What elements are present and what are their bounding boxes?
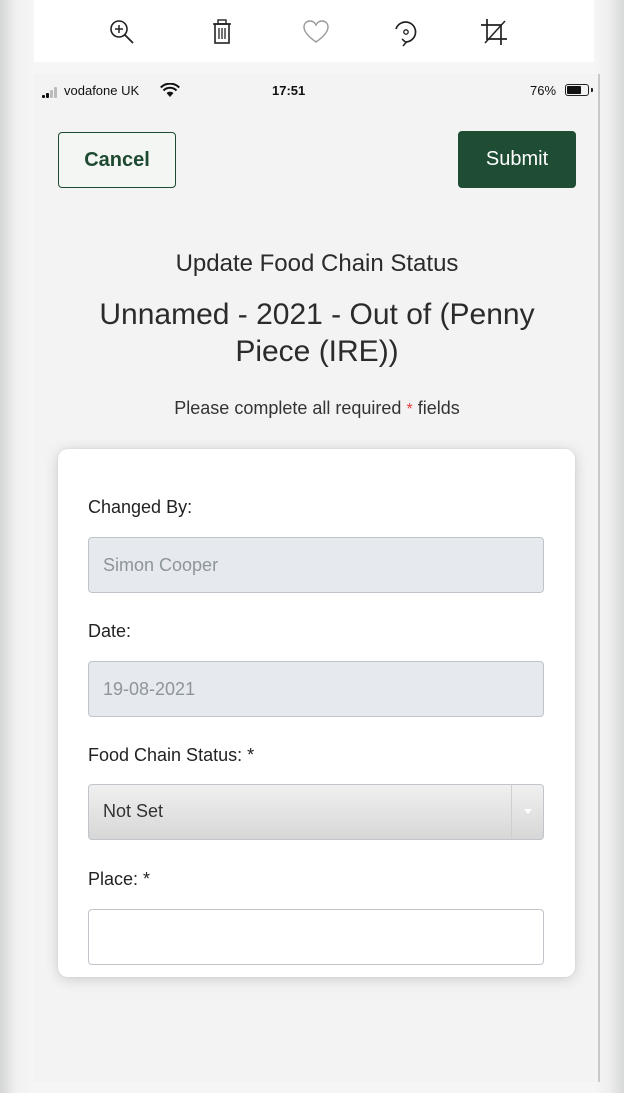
- food-chain-status-value: Not Set: [103, 801, 164, 821]
- required-note: Please complete all required * fields: [34, 398, 600, 419]
- rotate-icon[interactable]: [386, 12, 426, 52]
- form-card: Changed By: Date: Food Chain Status: * N…: [58, 449, 575, 977]
- place-label: Place: *: [88, 869, 151, 889]
- signal-icon: [42, 86, 62, 98]
- changed-by-label: Changed By:: [88, 497, 193, 517]
- date-field: [88, 661, 544, 717]
- required-note-suffix: fields: [417, 398, 460, 418]
- carrier-name: vodafone UK: [64, 83, 140, 98]
- wifi-icon: [160, 82, 180, 101]
- status-bar: vodafone UK 17:51 76%: [34, 74, 596, 108]
- required-marker: *: [406, 401, 413, 418]
- food-chain-status-label: Food Chain Status: *: [88, 745, 255, 765]
- page-title: Unnamed - 2021 - Out of (Penny Piece (IR…: [99, 298, 535, 368]
- photo-toolbar: [34, 0, 594, 62]
- clock: 17:51: [272, 83, 306, 98]
- battery-icon: [565, 84, 593, 96]
- heart-icon[interactable]: [296, 12, 336, 52]
- battery-percent: 76%: [530, 83, 557, 98]
- chevron-down-icon[interactable]: [511, 785, 543, 838]
- submit-button[interactable]: Submit: [458, 131, 576, 188]
- changed-by-field: [88, 537, 544, 593]
- crop-icon[interactable]: [474, 12, 514, 52]
- trash-icon[interactable]: [202, 12, 242, 52]
- cancel-button[interactable]: Cancel: [58, 132, 176, 188]
- phone-screen: vodafone UK 17:51 76% Cancel Submit Upda…: [34, 74, 600, 1082]
- zoom-in-icon[interactable]: [102, 12, 142, 52]
- food-chain-status-select[interactable]: Not Set: [88, 784, 544, 840]
- place-input[interactable]: [88, 909, 544, 965]
- date-label: Date:: [88, 621, 132, 641]
- required-note-text: Please complete all required: [174, 398, 402, 418]
- page-subtitle: Update Food Chain Status: [175, 250, 459, 277]
